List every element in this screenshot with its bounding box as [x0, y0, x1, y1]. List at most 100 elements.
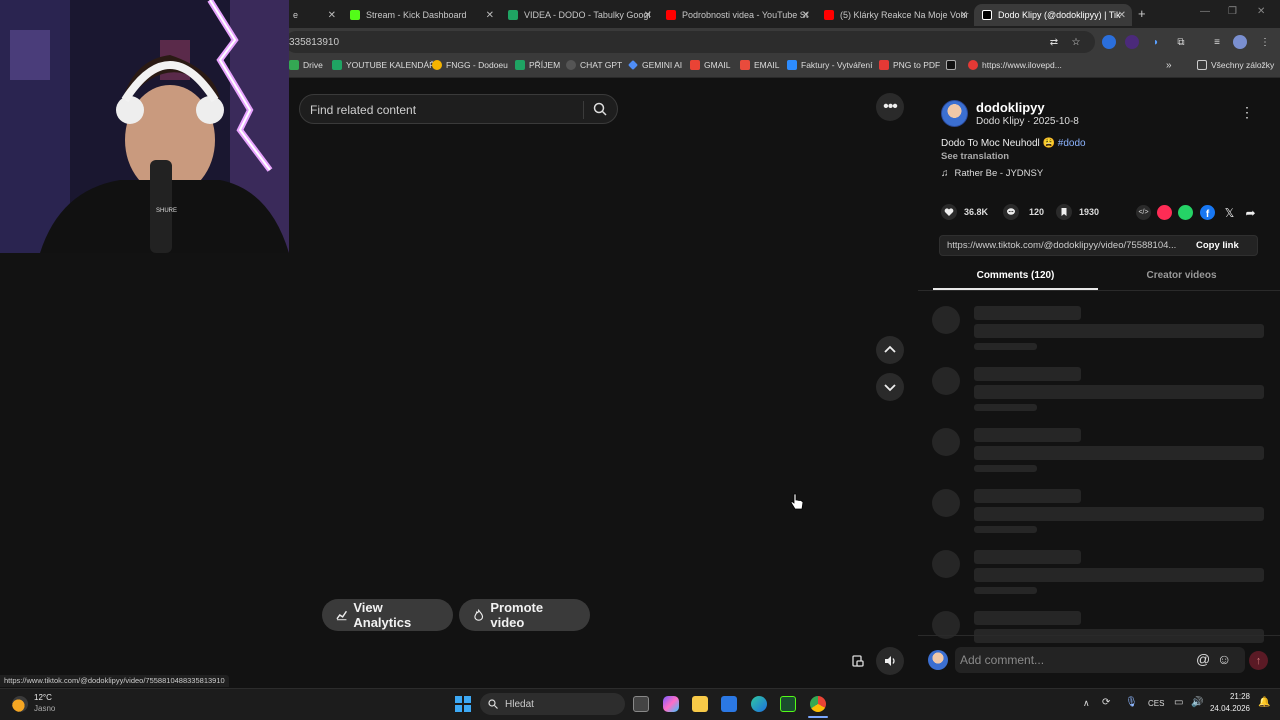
- weather-icon[interactable]: [12, 696, 28, 712]
- browser-tab[interactable]: e ✕: [285, 4, 342, 26]
- all-bookmarks-folder[interactable]: Všechny záložky: [1197, 60, 1274, 70]
- window-close-button[interactable]: ✕: [1257, 6, 1265, 17]
- new-tab-button[interactable]: +: [1138, 6, 1146, 21]
- close-icon[interactable]: ✕: [328, 10, 336, 21]
- save-button[interactable]: 1930: [1056, 204, 1099, 220]
- close-icon[interactable]: ✕: [486, 10, 494, 21]
- previous-video-chevron-up-icon[interactable]: [876, 336, 904, 364]
- more-options-icon[interactable]: •••: [876, 93, 904, 121]
- music-title: Rather Be - JYDNSY: [954, 168, 1044, 179]
- copilot-icon[interactable]: [663, 696, 679, 712]
- bookmark-ilovepdf[interactable]: https://www.ilovepd...: [968, 60, 1062, 70]
- extension-icon[interactable]: [1102, 35, 1116, 49]
- edge-icon[interactable]: [751, 696, 767, 712]
- close-icon[interactable]: ✕: [802, 10, 810, 21]
- network-icon[interactable]: ▭: [1174, 697, 1183, 708]
- post-comment-button[interactable]: ↑: [1249, 651, 1268, 670]
- author-username[interactable]: dodoklipyy: [976, 100, 1045, 115]
- bookmark-star-icon[interactable]: ☆: [1069, 35, 1083, 49]
- speaker-icon[interactable]: 🔊: [1191, 697, 1203, 708]
- bookmark-chatgpt[interactable]: CHAT GPT: [566, 60, 622, 70]
- close-icon[interactable]: ✕: [1118, 10, 1126, 21]
- search-icon[interactable]: [593, 102, 607, 116]
- bookmark-unnamed[interactable]: [946, 60, 960, 70]
- bookmark-fngg[interactable]: FNGG - Dodoeu: [432, 60, 508, 70]
- sync-icon[interactable]: ⟳: [1102, 697, 1110, 708]
- copy-link-button[interactable]: Copy link: [1196, 240, 1239, 251]
- bookmark-gmail[interactable]: GMAIL: [690, 60, 730, 70]
- close-icon[interactable]: ✕: [960, 10, 968, 21]
- author-avatar[interactable]: [941, 100, 968, 127]
- tray-overflow-chevron-icon[interactable]: ∧: [1083, 698, 1090, 709]
- browser-tab-active[interactable]: Dodo Klipy (@dodoklipyy) | Tik ✕: [974, 4, 1132, 26]
- emoji-icon[interactable]: ☺: [1217, 651, 1231, 667]
- media-controls-icon[interactable]: ≡: [1210, 35, 1224, 49]
- chrome-icon[interactable]: [810, 696, 826, 712]
- youtube-studio-icon: [666, 10, 676, 20]
- microphone-icon[interactable]: 🎙: [1125, 697, 1138, 708]
- next-video-chevron-down-icon[interactable]: [876, 373, 904, 401]
- see-translation-link[interactable]: See translation: [941, 151, 1009, 162]
- file-explorer-icon[interactable]: [692, 696, 708, 712]
- music-link[interactable]: ♫ Rather Be - JYDNSY: [941, 168, 1043, 179]
- kick-icon: [350, 10, 360, 20]
- outlook-icon[interactable]: [721, 696, 737, 712]
- tab-comments[interactable]: Comments (120): [933, 270, 1098, 290]
- send-to-friends-icon[interactable]: [1157, 205, 1172, 220]
- view-analytics-label: View Analytics: [353, 600, 412, 630]
- x-twitter-icon[interactable]: 𝕏: [1222, 205, 1237, 220]
- minimize-button[interactable]: —: [1200, 6, 1210, 17]
- caption-text: Dodo To Moc Neuhodl 😩: [941, 138, 1055, 149]
- browser-tab[interactable]: Podrobnosti videa - YouTube St ✕: [658, 4, 816, 26]
- bookmark-gemini[interactable]: GEMINI AI: [628, 60, 682, 70]
- bookmark-prijem[interactable]: PŘÍJEM: [515, 60, 560, 70]
- more-bookmarks-chevron-icon[interactable]: »: [1166, 60, 1172, 71]
- embed-icon[interactable]: </>: [1136, 205, 1151, 220]
- skeleton-line: [974, 306, 1081, 320]
- kick-app-icon[interactable]: [780, 696, 796, 712]
- related-search-input[interactable]: Find related content: [299, 94, 618, 124]
- share-arrow-icon[interactable]: ➦: [1243, 205, 1258, 220]
- comment-button[interactable]: 120: [1003, 204, 1044, 220]
- browser-tab[interactable]: VIDEA - DODO - Tabulky Googl ✕: [500, 4, 658, 26]
- weather-temp[interactable]: 12°C: [34, 693, 52, 702]
- more-options-icon[interactable]: ⋮: [1240, 104, 1254, 121]
- translate-icon[interactable]: ⇄: [1047, 35, 1061, 49]
- extensions-puzzle-icon[interactable]: ⧉: [1174, 35, 1188, 49]
- url-input[interactable]: 335813910: [285, 31, 1095, 53]
- bookmark-png-to-pdf[interactable]: PNG to PDF: [879, 60, 940, 70]
- bookmark-faktury[interactable]: Faktury - Vytváření: [787, 60, 872, 70]
- task-view-icon[interactable]: [633, 696, 649, 712]
- clock-time[interactable]: 21:28: [1212, 692, 1250, 701]
- browser-tab[interactable]: (5) Klárky Reakce Na Moje Vour ✕: [816, 4, 974, 26]
- comment-input[interactable]: Add comment... @ ☺: [955, 647, 1245, 673]
- browser-menu-icon[interactable]: ⋮: [1258, 35, 1272, 49]
- clock-date[interactable]: 24.04.2026: [1206, 704, 1250, 713]
- search-placeholder: Find related content: [310, 103, 417, 117]
- mention-icon[interactable]: @: [1196, 651, 1210, 667]
- extension-icon[interactable]: ◗: [1149, 35, 1163, 49]
- tab-creator-videos[interactable]: Creator videos: [1098, 270, 1265, 290]
- maximize-button[interactable]: ❐: [1228, 6, 1237, 17]
- bookmark-email[interactable]: EMAIL: [740, 60, 780, 70]
- hashtag-link[interactable]: #dodo: [1058, 138, 1086, 149]
- keyboard-language[interactable]: CES: [1148, 699, 1164, 708]
- bookmark-drive[interactable]: Drive: [289, 60, 323, 70]
- whatsapp-icon[interactable]: [1178, 205, 1193, 220]
- view-analytics-button[interactable]: View Analytics: [322, 599, 453, 631]
- taskbar-search-input[interactable]: Hledat: [480, 693, 625, 715]
- mini-player-icon[interactable]: [844, 647, 872, 675]
- extension-icon[interactable]: [1125, 35, 1139, 49]
- like-button[interactable]: 36.8K: [941, 204, 988, 220]
- facebook-icon[interactable]: f: [1200, 205, 1215, 220]
- close-icon[interactable]: ✕: [644, 10, 652, 21]
- notification-bell-icon[interactable]: 🔔: [1258, 697, 1270, 708]
- fngg-icon: [432, 60, 442, 70]
- skeleton-line: [974, 367, 1081, 381]
- promote-video-button[interactable]: Promote video: [459, 599, 590, 631]
- volume-icon[interactable]: [876, 647, 904, 675]
- windows-start-icon[interactable]: [455, 696, 471, 712]
- browser-tab[interactable]: Stream - Kick Dashboard ✕: [342, 4, 500, 26]
- bookmark-youtube-kalendar[interactable]: YOUTUBE KALENDÁŘ: [332, 60, 435, 70]
- profile-avatar[interactable]: [1233, 35, 1247, 49]
